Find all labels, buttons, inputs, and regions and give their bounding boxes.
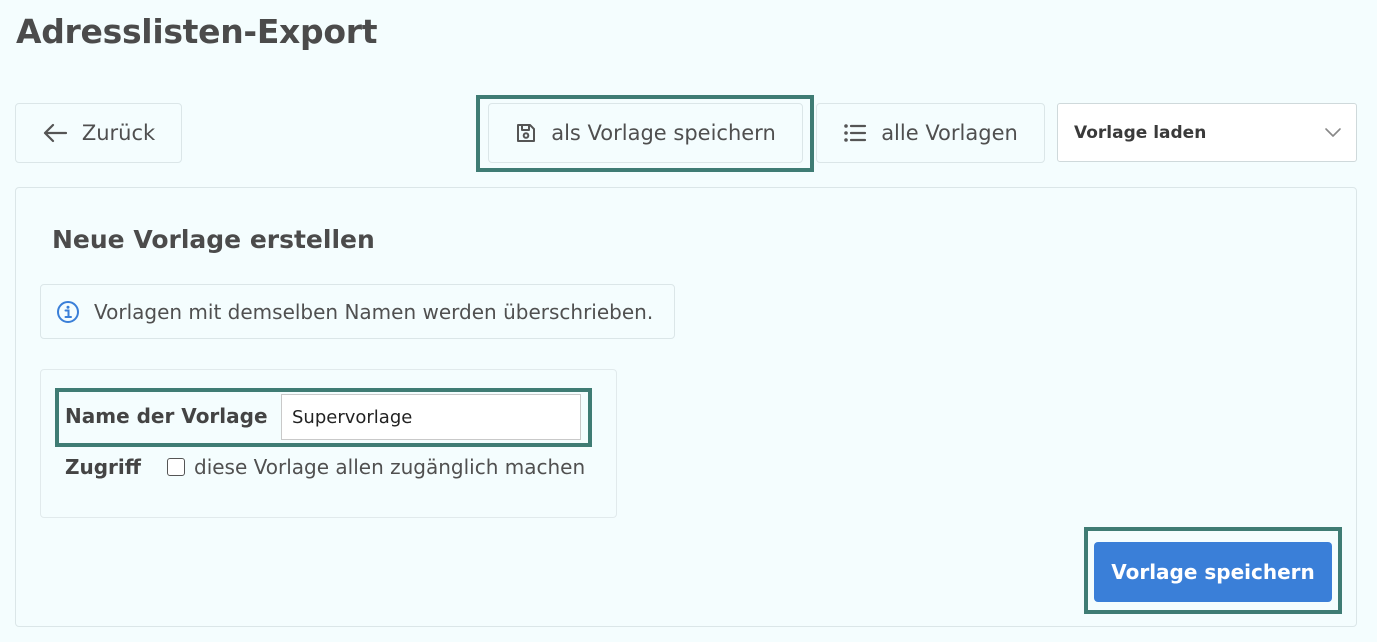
info-circle-icon: [56, 300, 80, 324]
info-message-text: Vorlagen mit demselben Namen werden über…: [94, 299, 654, 324]
panel-title: Neue Vorlage erstellen: [52, 225, 375, 254]
back-button-label: Zurück: [81, 121, 156, 145]
template-name-label: Name der Vorlage: [65, 404, 268, 428]
save-as-template-label: als Vorlage speichern: [551, 121, 776, 145]
load-template-selected-value: Vorlage laden: [1074, 122, 1207, 143]
template-name-input[interactable]: [281, 394, 581, 440]
public-access-checkbox[interactable]: [167, 458, 185, 476]
load-template-select[interactable]: Vorlage laden: [1057, 103, 1357, 162]
list-icon: [843, 123, 867, 143]
chevron-down-icon: [1324, 123, 1342, 143]
back-button[interactable]: Zurück: [15, 103, 182, 163]
public-access-checkbox-label[interactable]: diese Vorlage allen zugänglich machen: [194, 455, 585, 479]
template-form-card: [40, 369, 617, 518]
access-label: Zugriff: [65, 455, 141, 479]
arrow-left-icon: [42, 123, 68, 143]
all-templates-button[interactable]: alle Vorlagen: [816, 103, 1045, 163]
info-message: Vorlagen mit demselben Namen werden über…: [40, 284, 675, 339]
all-templates-label: alle Vorlagen: [881, 121, 1018, 145]
save-template-button[interactable]: Vorlage speichern: [1094, 542, 1332, 602]
save-as-template-button[interactable]: als Vorlage speichern: [488, 103, 803, 163]
floppy-disk-icon: [515, 122, 537, 144]
page-title: Adresslisten-Export: [16, 12, 378, 51]
